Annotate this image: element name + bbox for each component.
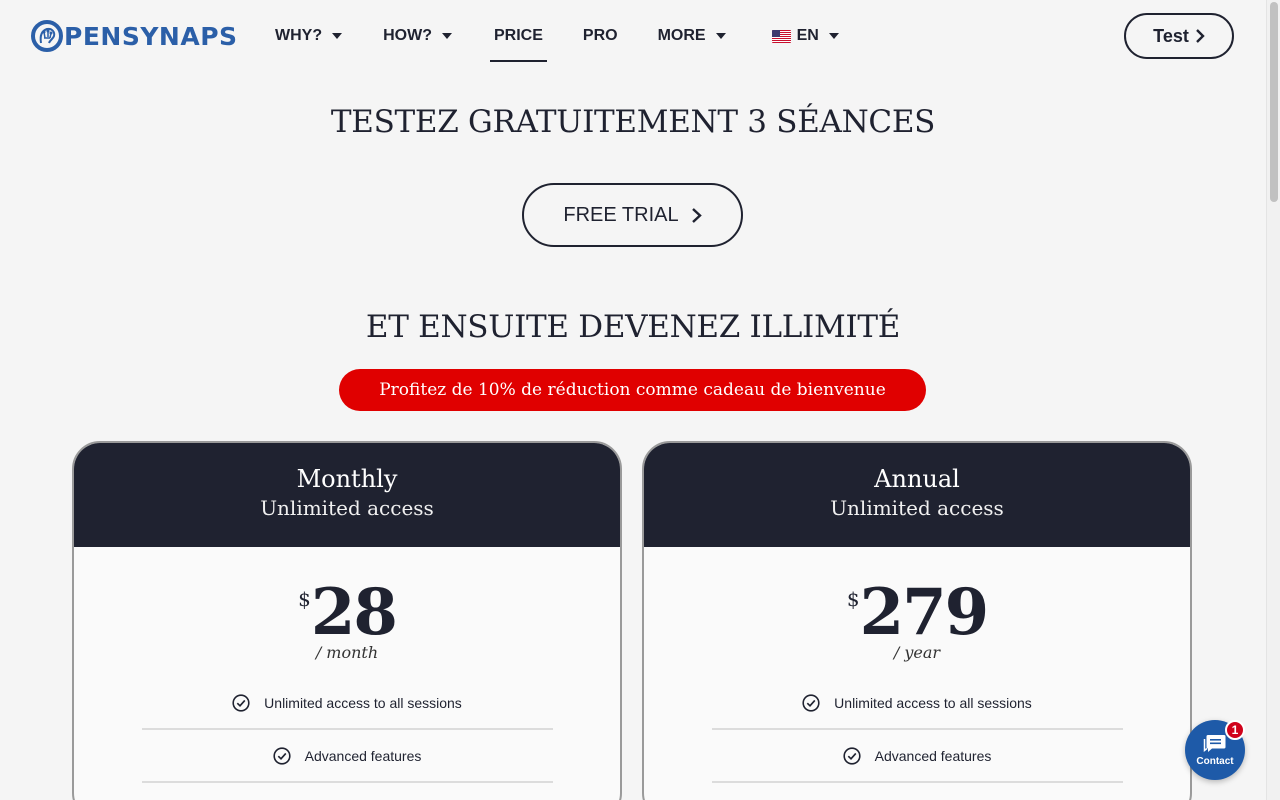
feature-label: Unlimited access to all sessions (264, 694, 462, 711)
scrollbar[interactable] (1266, 0, 1280, 800)
nav-item-label: HOW? (383, 27, 432, 44)
plan-subtitle: Unlimited access (830, 496, 1004, 520)
brand-logo[interactable]: PENSYNAPS (30, 19, 238, 53)
chevron-right-icon (1195, 29, 1205, 43)
caret-down-icon (715, 33, 726, 39)
check-circle-icon (843, 746, 861, 765)
caret-down-icon (441, 33, 452, 39)
price-amount: 279 (859, 575, 990, 650)
caret-down-icon (332, 33, 343, 39)
free-trial-label: FREE TRIAL (563, 203, 679, 226)
notification-badge: 1 (1225, 720, 1245, 740)
plan-price-block: $279 / year (644, 547, 1190, 677)
nav-item-label: PRO (582, 27, 618, 44)
feature-label: Advanced features (874, 747, 992, 764)
test-button[interactable]: Test (1124, 13, 1234, 59)
check-circle-icon (802, 693, 820, 712)
promo-banner: Profitez de 10% de réduction comme cadea… (339, 369, 926, 411)
nav-item-label: WHY? (275, 27, 323, 44)
nav-item-label: MORE (657, 27, 706, 44)
plan-header: Annual Unlimited access (644, 443, 1190, 547)
plan-card-annual: Annual Unlimited access $279 / year Unli… (642, 441, 1192, 800)
price-amount: 28 (310, 575, 398, 650)
plan-name: Annual (874, 465, 960, 493)
contact-label: Contact (1196, 756, 1234, 767)
feature-label: Unlimited access to all sessions (834, 694, 1032, 711)
nav-item-why[interactable]: WHY? (275, 24, 343, 48)
chevron-right-icon (691, 207, 702, 223)
language-label: EN (796, 27, 819, 44)
currency-symbol: $ (846, 587, 860, 611)
plan-price-block: $28 / month (74, 547, 620, 677)
plan-price: $279 (644, 581, 1190, 645)
plan-name: Monthly (296, 465, 398, 493)
site-header: PENSYNAPS WHY? HOW? PRICE PRO MORE EN Te… (0, 0, 1266, 72)
nav-item-label: PRICE (493, 27, 543, 44)
test-button-label: Test (1153, 25, 1189, 46)
brand-name: PENSYNAPS (64, 21, 238, 51)
currency-symbol: $ (298, 587, 311, 611)
feature-item: Unlimited access to all sessions (141, 677, 553, 730)
main-nav: WHY? HOW? PRICE PRO MORE EN (275, 24, 839, 62)
nav-item-pro[interactable]: PRO (583, 24, 618, 48)
plan-subtitle: Unlimited access (260, 496, 434, 520)
plan-price: $28 (74, 581, 620, 645)
price-period: / month (315, 643, 379, 662)
us-flag-icon (771, 29, 791, 43)
plan-card-monthly: Monthly Unlimited access $28 / month Unl… (72, 441, 622, 800)
scrollbar-thumb[interactable] (1270, 2, 1278, 202)
hero-title: TESTEZ GRATUITEMENT 3 SÉANCES (330, 104, 936, 140)
feature-item: Advanced features (711, 730, 1123, 783)
check-circle-icon (232, 693, 250, 712)
section-title: ET ENSUITE DEVENEZ ILLIMITÉ (365, 309, 901, 345)
feature-item: Unlimited access to all sessions (711, 677, 1123, 730)
plan-header: Monthly Unlimited access (74, 443, 620, 547)
language-selector[interactable]: EN (771, 24, 839, 48)
caret-down-icon (828, 33, 839, 39)
price-period: / year (893, 643, 941, 662)
nav-item-how[interactable]: HOW? (383, 24, 452, 48)
nav-item-more[interactable]: MORE (658, 24, 726, 48)
feature-label: Advanced features (304, 747, 422, 764)
feature-item: Advanced features (141, 730, 553, 783)
free-trial-button[interactable]: FREE TRIAL (522, 183, 743, 247)
nav-item-price[interactable]: PRICE (489, 24, 547, 62)
brain-logo-icon (30, 19, 64, 53)
chat-icon (1203, 735, 1226, 753)
check-circle-icon (273, 746, 291, 765)
